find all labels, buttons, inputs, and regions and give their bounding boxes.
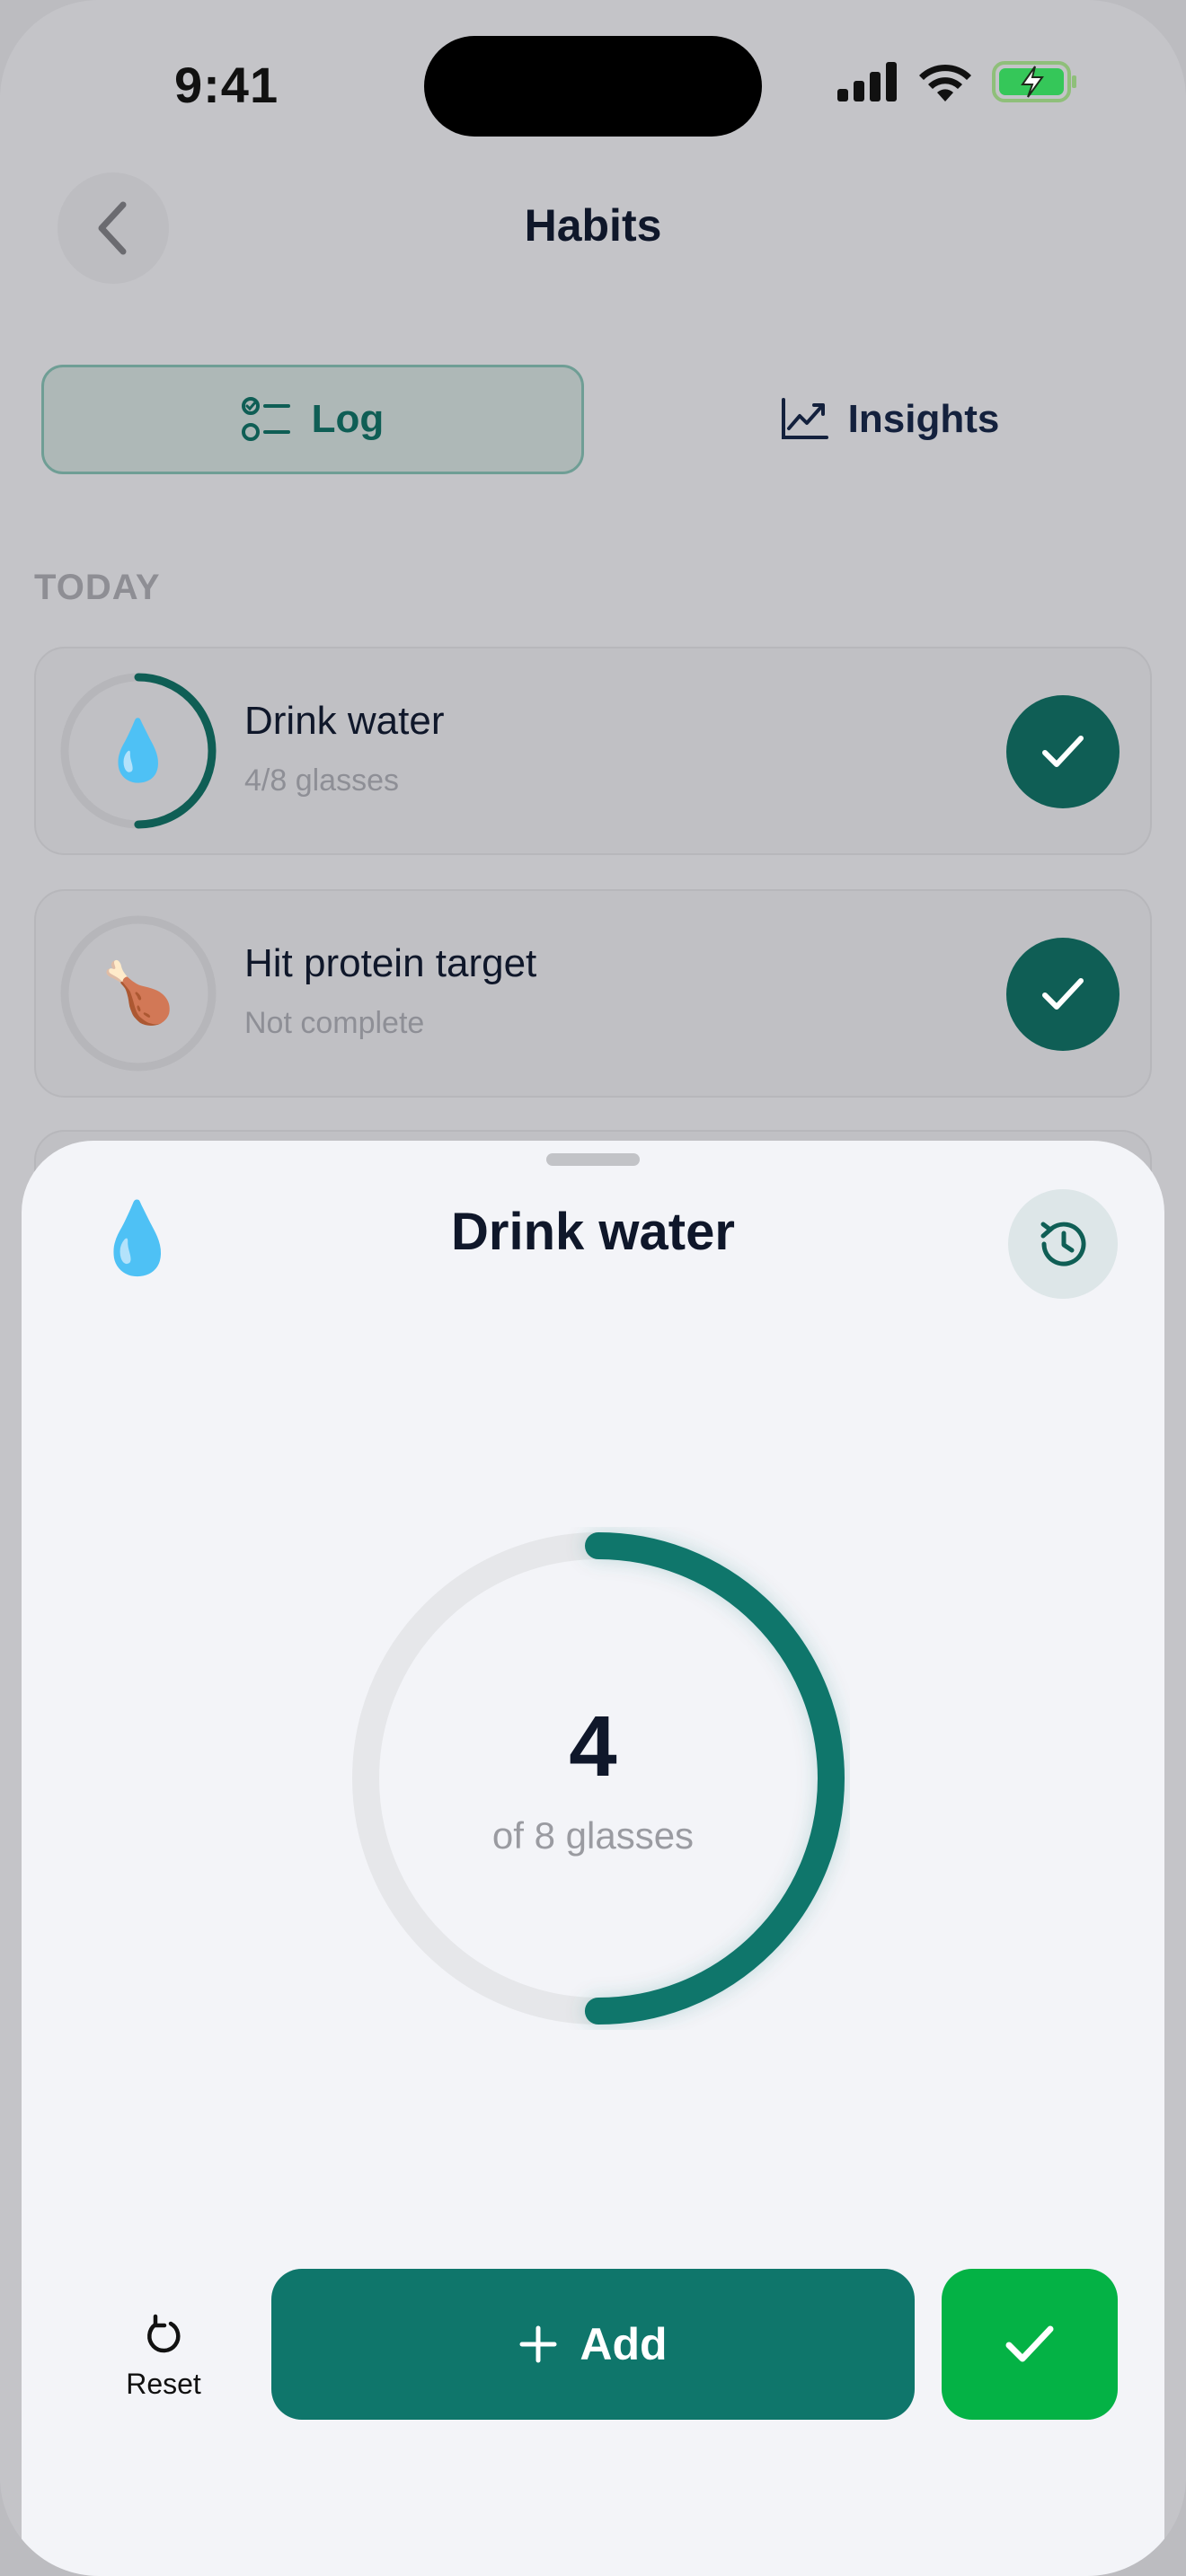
- habit-card-drink-water[interactable]: 💧 Drink water 4/8 glasses: [34, 647, 1152, 855]
- tab-insights[interactable]: Insights: [620, 365, 1159, 474]
- water-drop-icon: 💧: [101, 717, 176, 783]
- cellular-signal-icon: [837, 62, 897, 101]
- done-button[interactable]: [942, 2269, 1118, 2420]
- sheet-title: Drink water: [451, 1203, 735, 1261]
- checklist-icon: [241, 397, 290, 441]
- tab-log[interactable]: Log: [41, 365, 584, 474]
- status-icons: [837, 61, 1078, 102]
- habit-card-protein[interactable]: 🍗 Hit protein target Not complete: [34, 889, 1152, 1098]
- phone-screen: 9:41 Habits Log Insights TODAY 💧 Drink w…: [0, 0, 1186, 2576]
- checkmark-icon: [1005, 2325, 1054, 2362]
- habit-title: Hit protein target: [244, 941, 537, 985]
- habit-progress-ring: 💧: [58, 670, 219, 832]
- habit-detail-sheet: 💧 Drink water 4 of 8 glasses Reset Add: [22, 1141, 1164, 2576]
- reset-icon: [147, 2314, 181, 2352]
- checkmark-icon: [1042, 978, 1084, 1010]
- status-time: 9:41: [174, 57, 279, 113]
- habit-check-button[interactable]: [1006, 938, 1120, 1051]
- reset-button[interactable]: Reset: [99, 2294, 228, 2420]
- sheet-grabber[interactable]: [546, 1153, 640, 1166]
- tab-log-label: Log: [311, 397, 385, 441]
- progress-caption: of 8 glasses: [491, 1814, 695, 1857]
- dynamic-island: [424, 36, 762, 137]
- plus-icon: [519, 2325, 557, 2363]
- wifi-icon: [919, 64, 971, 101]
- add-button[interactable]: Add: [271, 2269, 915, 2420]
- page-title: Habits: [524, 200, 662, 251]
- habit-title: Drink water: [244, 699, 445, 743]
- section-label: TODAY: [34, 568, 161, 607]
- battery-charging-icon: [992, 61, 1076, 102]
- reset-label: Reset: [126, 2367, 201, 2400]
- trend-chart-icon: [781, 398, 828, 439]
- progress-count: 4: [569, 1698, 617, 1795]
- habit-subtitle: Not complete: [244, 1006, 425, 1040]
- history-icon: [1040, 1222, 1086, 1266]
- checkmark-icon: [1042, 736, 1084, 767]
- habit-subtitle: 4/8 glasses: [244, 763, 399, 798]
- habit-progress-ring: 🍗: [58, 913, 219, 1074]
- add-label: Add: [580, 2319, 668, 2369]
- tab-insights-label: Insights: [847, 397, 1000, 441]
- habit-check-button[interactable]: [1006, 695, 1120, 808]
- history-button[interactable]: [1008, 1189, 1118, 1299]
- drumstick-icon: 🍗: [101, 959, 176, 1026]
